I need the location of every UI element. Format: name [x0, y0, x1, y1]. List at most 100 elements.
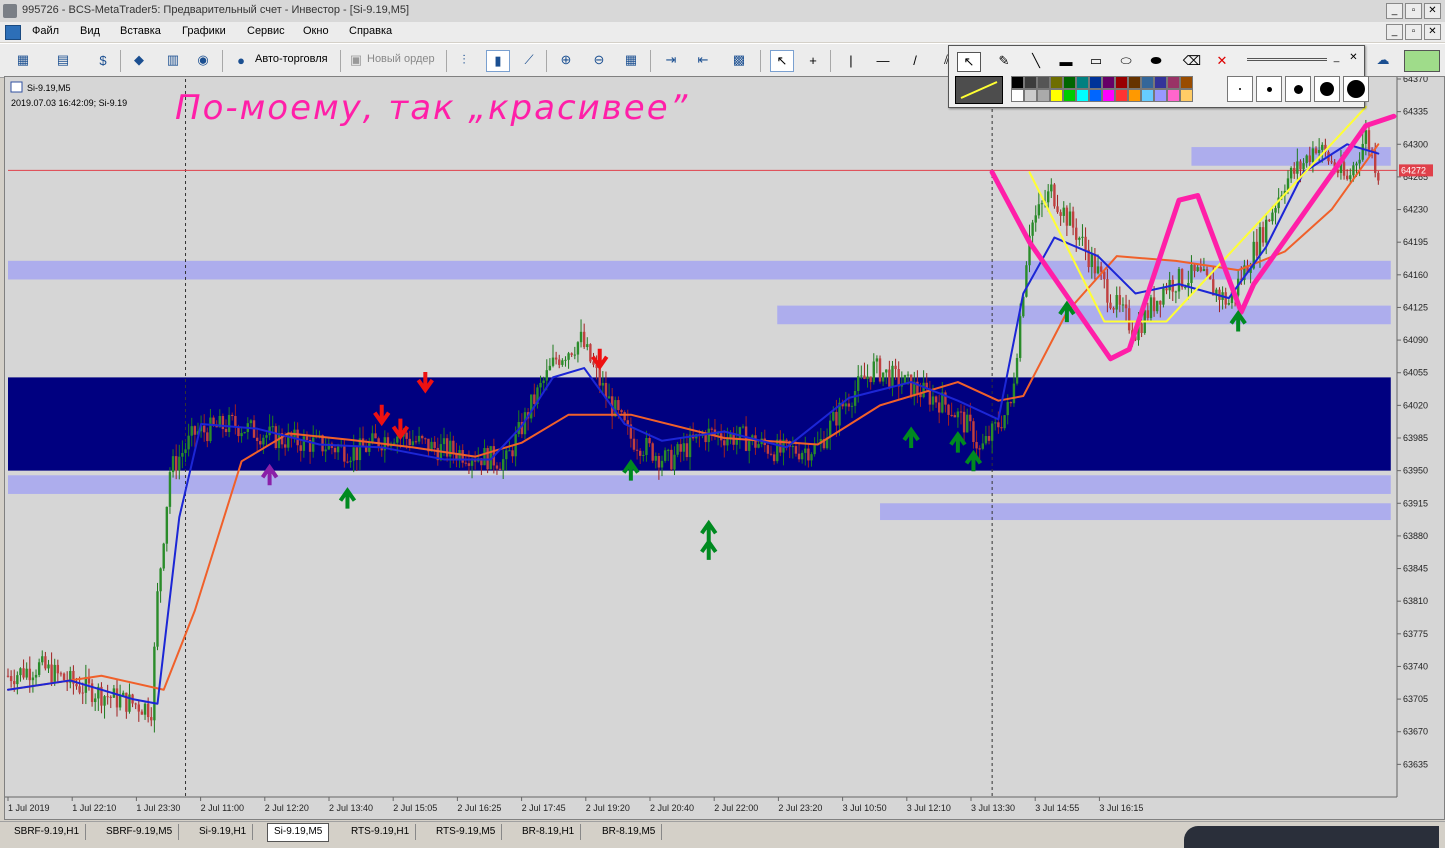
- palette-color-13[interactable]: [1180, 76, 1193, 89]
- horizontal-line-icon[interactable]: —: [872, 50, 894, 70]
- tab-sbrf-h1[interactable]: SBRF-9.19,H1: [8, 824, 87, 840]
- profiles-icon[interactable]: ▤: [52, 50, 74, 70]
- maximize-button[interactable]: ▫: [1405, 3, 1422, 19]
- new-order-button[interactable]: Новый ордер: [367, 53, 435, 65]
- size-2-icon[interactable]: [1256, 76, 1282, 102]
- palette-color-24[interactable]: [1141, 89, 1154, 102]
- chart-window[interactable]: 64370 64335 64300 64265 64230 64195 64160 64125…: [4, 76, 1445, 820]
- size-5-icon[interactable]: [1343, 76, 1369, 102]
- tab-br-h1[interactable]: BR-8.19,H1: [516, 824, 582, 840]
- line-tool-icon[interactable]: ╲: [1025, 52, 1047, 70]
- menu-file[interactable]: Файл: [32, 25, 59, 37]
- zoom-in-icon[interactable]: ⊕: [555, 50, 577, 70]
- autotrade-icon[interactable]: ●: [230, 50, 252, 70]
- tab-rts-m5[interactable]: RTS-9.19,M5: [430, 824, 503, 840]
- palette-color-12[interactable]: [1167, 76, 1180, 89]
- menu-view[interactable]: Вид: [80, 25, 100, 37]
- palette-color-9[interactable]: [1128, 76, 1141, 89]
- palette-color-3[interactable]: [1050, 76, 1063, 89]
- palette-color-25[interactable]: [1154, 89, 1167, 102]
- tab-si-h1[interactable]: Si-9.19,H1: [193, 824, 254, 840]
- crosshair-icon[interactable]: +: [802, 50, 824, 70]
- mdi-minimize-button[interactable]: _: [1386, 24, 1403, 40]
- palette-color-20[interactable]: [1089, 89, 1102, 102]
- x-tick-label: 3 Jul 13:30: [971, 803, 1015, 813]
- zoom-out-icon[interactable]: ⊖: [588, 50, 610, 70]
- new-chart-icon[interactable]: ▦: [12, 50, 34, 70]
- delete-icon[interactable]: ✕: [1211, 52, 1233, 70]
- bar-chart-icon[interactable]: ⫶: [453, 50, 475, 70]
- navigator-icon[interactable]: ◆: [128, 50, 150, 70]
- y-tick-label: 64370: [1403, 77, 1428, 84]
- palette-cursor-icon[interactable]: ↖: [957, 52, 981, 72]
- palette-color-26[interactable]: [1167, 89, 1180, 102]
- menu-window[interactable]: Окно: [303, 25, 329, 37]
- palette-color-27[interactable]: [1180, 89, 1193, 102]
- palette-color-0[interactable]: [1011, 76, 1024, 89]
- chart-window-icon[interactable]: [5, 25, 21, 40]
- filled-rect-icon[interactable]: ▬: [1055, 52, 1077, 70]
- palette-color-1[interactable]: [1024, 76, 1037, 89]
- new-order-icon[interactable]: ▣: [345, 50, 367, 70]
- palette-color-7[interactable]: [1102, 76, 1115, 89]
- autotrade-button[interactable]: Авто-торговля: [255, 53, 328, 65]
- palette-color-4[interactable]: [1063, 76, 1076, 89]
- data-window-icon[interactable]: ▥: [162, 50, 184, 70]
- pen-icon[interactable]: ✎: [993, 52, 1015, 70]
- signals-icon[interactable]: ◉: [192, 50, 214, 70]
- minimize-button[interactable]: _: [1386, 3, 1403, 19]
- cursor-icon[interactable]: ↖: [770, 50, 794, 72]
- chart-canvas[interactable]: 6437064335643006426564230641956416064125…: [5, 77, 1444, 819]
- size-4-icon[interactable]: [1314, 76, 1340, 102]
- menu-tools[interactable]: Сервис: [247, 25, 285, 37]
- menu-charts[interactable]: Графики: [182, 25, 226, 37]
- ellipse-icon[interactable]: ⬭: [1115, 52, 1137, 70]
- mdi-restore-button[interactable]: ▫: [1405, 24, 1422, 40]
- palette-color-23[interactable]: [1128, 89, 1141, 102]
- palette-color-19[interactable]: [1076, 89, 1089, 102]
- menu-insert[interactable]: Вставка: [120, 25, 161, 37]
- tab-si-m5[interactable]: Si-9.19,M5: [267, 823, 330, 842]
- line-width-selector[interactable]: [1247, 58, 1327, 61]
- chat-icon[interactable]: ☁: [1372, 50, 1394, 70]
- close-button[interactable]: ✕: [1424, 3, 1441, 19]
- palette-color-8[interactable]: [1115, 76, 1128, 89]
- palette-close-button[interactable]: ✕: [1346, 51, 1361, 65]
- candlestick-icon[interactable]: ▮: [486, 50, 510, 72]
- line-chart-icon[interactable]: ⟋: [518, 50, 540, 70]
- y-tick-label: 64195: [1403, 237, 1428, 247]
- palette-color-6[interactable]: [1089, 76, 1102, 89]
- palette-color-11[interactable]: [1154, 76, 1167, 89]
- palette-color-21[interactable]: [1102, 89, 1115, 102]
- eraser-icon[interactable]: ⌫: [1181, 52, 1203, 70]
- vertical-line-icon[interactable]: |: [840, 50, 862, 70]
- autoscroll-icon[interactable]: ⇥: [660, 50, 682, 70]
- palette-color-22[interactable]: [1115, 89, 1128, 102]
- rect-icon[interactable]: ▭: [1085, 52, 1107, 70]
- palette-color-10[interactable]: [1141, 76, 1154, 89]
- size-3-icon[interactable]: [1285, 76, 1311, 102]
- mdi-close-button[interactable]: ✕: [1424, 24, 1441, 40]
- trendline-icon[interactable]: /: [904, 50, 926, 70]
- tab-rts-h1[interactable]: RTS-9.19,H1: [345, 824, 417, 840]
- tile-windows-icon[interactable]: ▦: [620, 50, 642, 70]
- filled-ellipse-icon[interactable]: ⬬: [1145, 52, 1167, 70]
- chart-shift-icon[interactable]: ⇤: [692, 50, 714, 70]
- palette-color-15[interactable]: [1024, 89, 1037, 102]
- dark-corner: [1184, 826, 1439, 848]
- tab-br-m5[interactable]: BR-8.19,M5: [596, 824, 663, 840]
- palette-color-5[interactable]: [1076, 76, 1089, 89]
- size-1-icon[interactable]: [1227, 76, 1253, 102]
- tab-sbrf-m5[interactable]: SBRF-9.19,M5: [100, 824, 180, 840]
- menu-help[interactable]: Справка: [349, 25, 392, 37]
- palette-minimize-button[interactable]: _: [1329, 51, 1344, 65]
- current-color-swatch[interactable]: [955, 76, 1003, 104]
- market-watch-icon[interactable]: $: [92, 50, 114, 70]
- palette-color-18[interactable]: [1063, 89, 1076, 102]
- palette-color-2[interactable]: [1037, 76, 1050, 89]
- zone-light-4: [880, 503, 1391, 521]
- palette-color-14[interactable]: [1011, 89, 1024, 102]
- templates-icon[interactable]: ▩: [728, 50, 750, 70]
- palette-color-16[interactable]: [1037, 89, 1050, 102]
- palette-color-17[interactable]: [1050, 89, 1063, 102]
